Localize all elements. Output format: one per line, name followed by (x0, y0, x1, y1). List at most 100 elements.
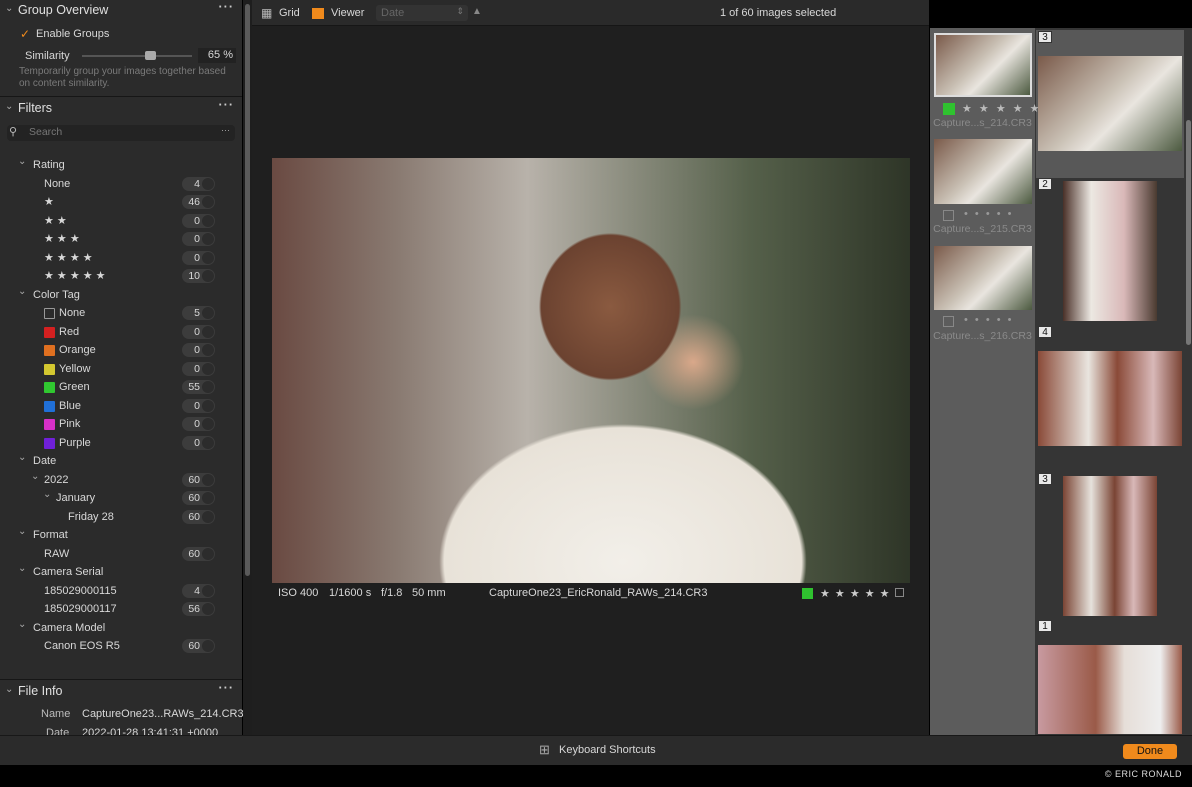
toggle-knob[interactable] (202, 474, 214, 486)
count-value: 0 (194, 343, 200, 357)
group-overview-header[interactable]: ⌄ Group Overview ··· (0, 0, 242, 22)
filter-group-header[interactable]: ⌄January60 (0, 489, 242, 508)
filter-group-header[interactable]: ⌄Format (0, 526, 242, 545)
filter-item[interactable]: 18502900011756 (0, 600, 242, 619)
group-cover[interactable] (1063, 181, 1157, 321)
sort-direction-icon[interactable]: ▲ (472, 6, 482, 17)
filter-item[interactable]: ★ ★ ★ ★0 (0, 249, 242, 268)
chevron-down-icon[interactable]: ⌄ (18, 153, 26, 172)
toggle-knob[interactable] (202, 252, 214, 264)
chevron-down-icon[interactable]: ⌄ (18, 449, 26, 468)
toggle-knob[interactable] (202, 492, 214, 504)
keyboard-shortcuts-button[interactable]: Keyboard Shortcuts (559, 744, 656, 756)
chevron-down-icon[interactable]: ⌄ (18, 560, 26, 579)
chevron-down-icon[interactable]: ⌄ (43, 486, 51, 505)
filter-item[interactable]: None4 (0, 175, 242, 194)
filter-item[interactable]: RAW60 (0, 545, 242, 564)
right-scrollbar[interactable] (1186, 120, 1191, 345)
keyboard-icon[interactable]: ⊞ (539, 742, 550, 758)
viewer-button[interactable]: Viewer (331, 7, 364, 19)
group-cover[interactable] (1038, 56, 1182, 151)
toggle-knob[interactable] (202, 585, 214, 597)
toolbar: ▦ Grid Viewer Date ⇕ ▲ 1 of 60 images se… (252, 0, 929, 26)
group-thumb-1[interactable] (934, 33, 1032, 97)
toggle-knob[interactable] (202, 363, 214, 375)
enable-groups-checkbox[interactable]: ✓ (20, 27, 30, 41)
toggle-knob[interactable] (202, 178, 214, 190)
filter-item[interactable]: Green55 (0, 378, 242, 397)
color-tag[interactable] (802, 588, 813, 599)
toggle-knob[interactable] (202, 400, 214, 412)
filter-item[interactable]: ★ ★ ★ ★ ★10 (0, 267, 242, 286)
group-cover[interactable] (1038, 645, 1182, 734)
similarity-value[interactable]: 65 % (198, 48, 236, 63)
filter-item[interactable]: Orange0 (0, 341, 242, 360)
toggle-knob[interactable] (202, 233, 214, 245)
toggle-knob[interactable] (202, 196, 214, 208)
slider-thumb[interactable] (145, 51, 156, 60)
toggle-knob[interactable] (202, 603, 214, 615)
group-cover[interactable] (1038, 351, 1182, 446)
color-tag-empty[interactable] (943, 316, 954, 327)
more-icon[interactable]: ··· (219, 681, 235, 695)
group-thumb-2[interactable] (934, 139, 1032, 204)
grid-button[interactable]: Grid (279, 7, 300, 19)
filter-item[interactable]: ★46 (0, 193, 242, 212)
chevron-down-icon[interactable]: ⌄ (18, 283, 26, 302)
filters-header[interactable]: ⌄ Filters ··· (0, 98, 242, 120)
filter-item[interactable]: None5 (0, 304, 242, 323)
count-value: 55 (188, 380, 200, 394)
more-icon[interactable]: ··· (219, 98, 235, 112)
chevron-down-icon[interactable]: ⌄ (18, 616, 26, 635)
filter-group-header[interactable]: ⌄Rating (0, 156, 242, 175)
rating-dots[interactable]: • • • • • (964, 208, 1013, 220)
rating-stars[interactable]: ★ ★ ★ ★ ★ (820, 587, 891, 600)
toggle-knob[interactable] (202, 270, 214, 282)
toggle-knob[interactable] (202, 548, 214, 560)
filter-item[interactable]: Canon EOS R560 (0, 637, 242, 656)
toggle-knob[interactable] (202, 640, 214, 652)
similarity-slider[interactable] (82, 55, 192, 57)
toggle-knob[interactable] (202, 307, 214, 319)
thumb-caption: Capture...s_215.CR3 (930, 223, 1035, 235)
filter-item[interactable]: Purple0 (0, 434, 242, 453)
chevron-down-icon[interactable]: ⌄ (31, 468, 39, 487)
filter-item[interactable]: ★ ★0 (0, 212, 242, 231)
more-icon[interactable]: ··· (219, 0, 235, 14)
filter-item[interactable]: 1850290001154 (0, 582, 242, 601)
group-thumb-3[interactable] (934, 246, 1032, 310)
filter-item[interactable]: Blue0 (0, 397, 242, 416)
rating-dots[interactable]: • • • • • (964, 314, 1013, 326)
left-panel-scrollbar[interactable] (243, 0, 252, 735)
toggle-knob[interactable] (202, 381, 214, 393)
filter-search-field[interactable]: ⚲ Search ··· (7, 125, 235, 141)
toggle-knob[interactable] (202, 437, 214, 449)
group-cover[interactable] (1063, 476, 1157, 616)
viewer-icon[interactable] (312, 8, 324, 19)
filter-item[interactable]: Yellow0 (0, 360, 242, 379)
filter-group-header[interactable]: ⌄Color Tag (0, 286, 242, 305)
filter-item[interactable]: ★ ★ ★0 (0, 230, 242, 249)
filter-item[interactable]: Red0 (0, 323, 242, 342)
color-tag-empty[interactable] (943, 210, 954, 221)
grid-icon[interactable]: ▦ (261, 6, 272, 20)
filter-item[interactable]: Friday 2860 (0, 508, 242, 527)
info-icon[interactable] (895, 588, 904, 597)
toggle-knob[interactable] (202, 326, 214, 338)
done-button[interactable]: Done (1123, 744, 1177, 759)
filter-group-header[interactable]: ⌄Camera Serial (0, 563, 242, 582)
toggle-knob[interactable] (202, 344, 214, 356)
chevron-down-icon[interactable]: ⌄ (18, 523, 26, 542)
toggle-knob[interactable] (202, 418, 214, 430)
filter-group-header[interactable]: ⌄Camera Model (0, 619, 242, 638)
file-info-header[interactable]: ⌄ File Info ··· (0, 681, 242, 703)
main-photo[interactable] (272, 158, 910, 583)
more-icon[interactable]: ··· (221, 125, 230, 135)
color-tag[interactable] (943, 103, 955, 115)
toggle-knob[interactable] (202, 215, 214, 227)
sort-select[interactable]: Date ⇕ (376, 5, 468, 21)
rating-stars[interactable]: ★ ★ ★ ★ ★ (962, 102, 1042, 115)
toggle-knob[interactable] (202, 511, 214, 523)
filter-group-header[interactable]: ⌄202260 (0, 471, 242, 490)
filter-item[interactable]: Pink0 (0, 415, 242, 434)
